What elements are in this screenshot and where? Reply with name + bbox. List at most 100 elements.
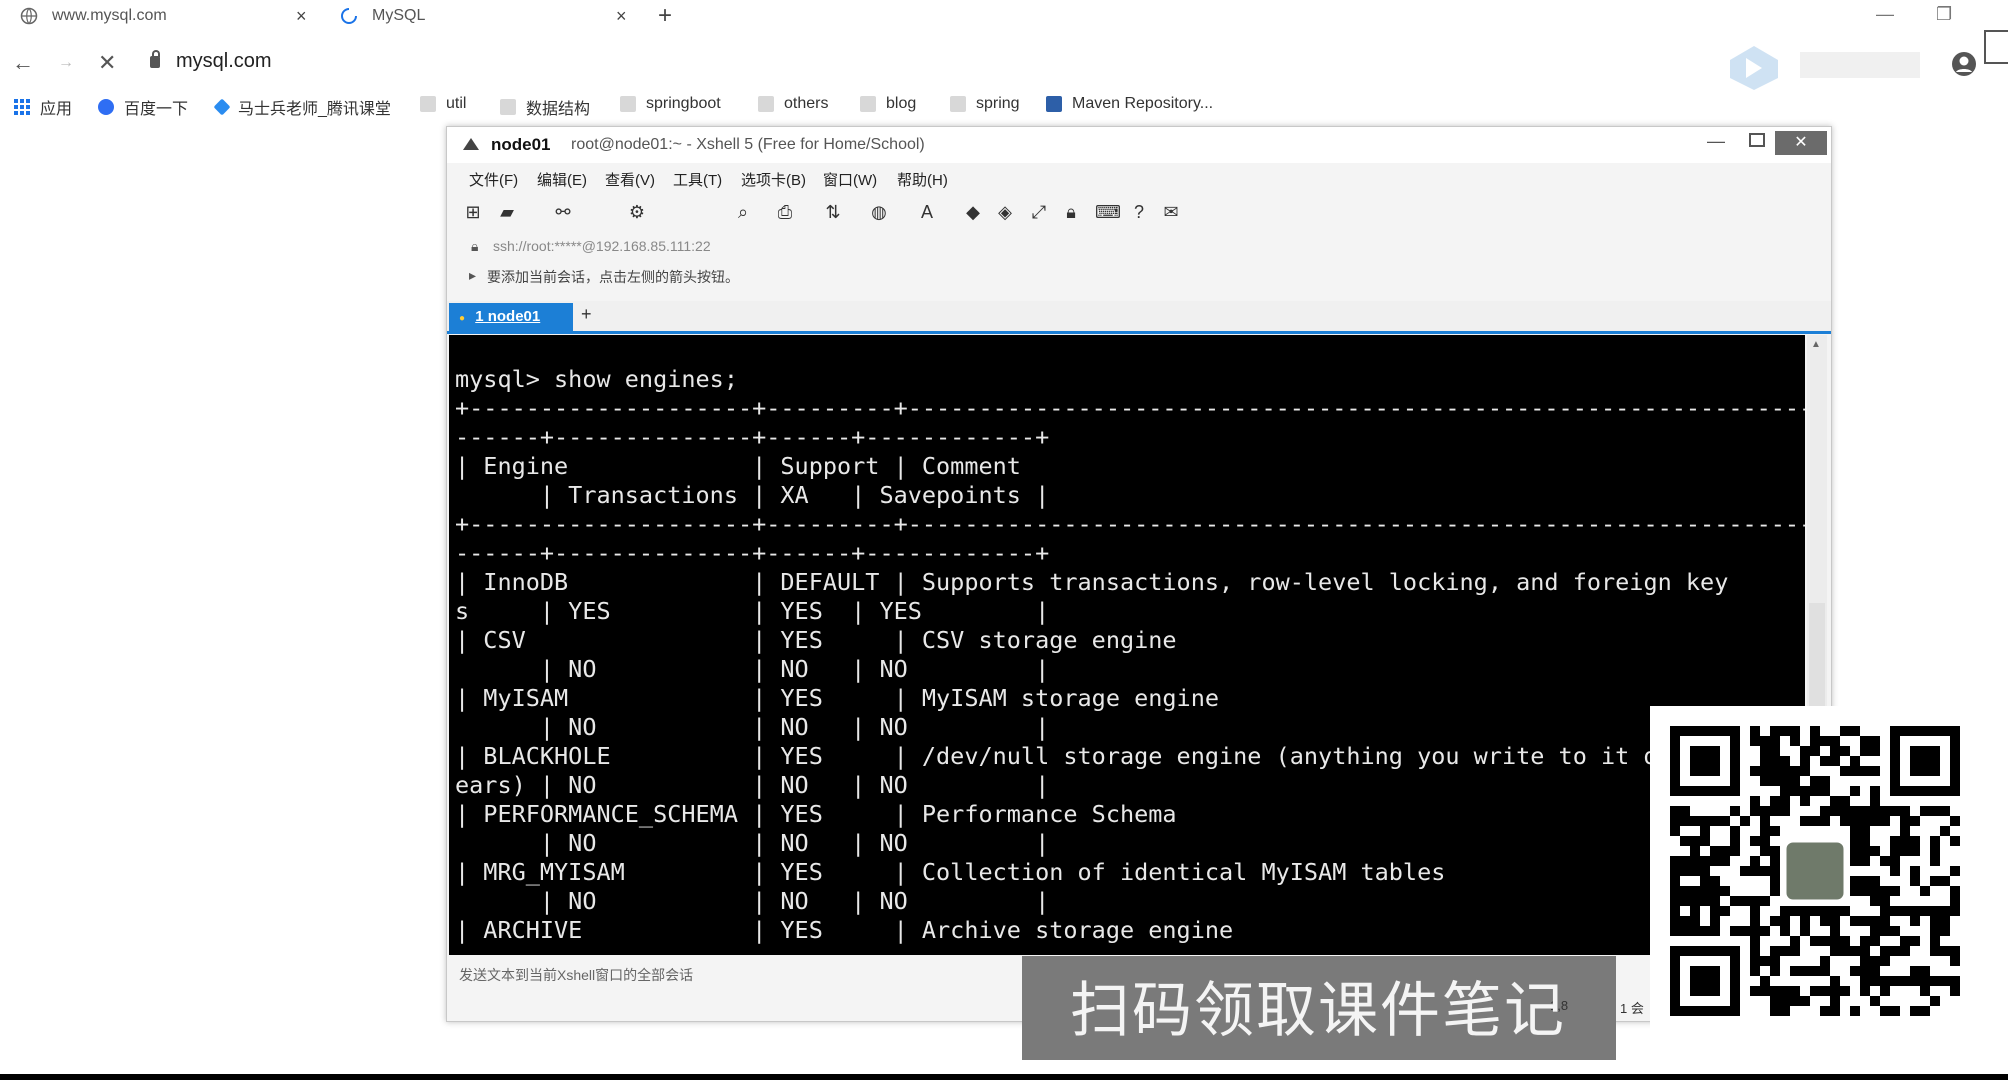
address-text: mysql.com xyxy=(176,50,272,72)
maven-icon xyxy=(1046,96,1062,112)
folder-icon xyxy=(758,96,774,112)
menu-help[interactable]: 帮助(H) xyxy=(897,169,948,190)
folder-icon xyxy=(620,96,636,112)
xftp-icon[interactable]: ◆ xyxy=(963,203,983,221)
bookmark-label: blog xyxy=(886,95,917,112)
bottom-edge xyxy=(0,1074,2008,1080)
loading-spinner-icon xyxy=(340,7,358,25)
keyboard-icon[interactable]: ⌨ xyxy=(1095,203,1121,221)
lock-icon: 🔒︎ xyxy=(471,238,479,254)
bookmark-springboot[interactable]: springboot xyxy=(620,95,721,113)
status-sessions: 1 会 xyxy=(1620,1001,1644,1016)
tab-close-icon[interactable]: × xyxy=(616,6,627,27)
minimize-icon[interactable]: — xyxy=(1876,4,1894,25)
new-tab-button[interactable]: + xyxy=(658,2,672,30)
bookmark-apps[interactable]: 应用 xyxy=(14,95,72,119)
xshell-minimize-button[interactable]: — xyxy=(1707,131,1725,152)
baidu-paw-icon xyxy=(98,99,114,115)
bookmark-util[interactable]: util xyxy=(420,95,466,113)
profile-avatar-icon[interactable] xyxy=(1950,50,1978,83)
bookmark-label: 数据结构 xyxy=(526,101,591,118)
apps-grid-icon xyxy=(14,99,30,115)
folder-icon xyxy=(950,96,966,112)
print-icon[interactable]: ⎙ xyxy=(775,203,795,221)
scroll-up-icon[interactable]: ▲ xyxy=(1811,339,1821,350)
connect-icon[interactable]: ⚯ xyxy=(553,203,573,221)
folder-icon xyxy=(420,96,436,112)
bookmark-baidu[interactable]: 百度一下 xyxy=(98,95,188,119)
session-tab-node01[interactable]: ● 1 node01 xyxy=(449,303,573,331)
terminal[interactable]: mysql> show engines; +------------------… xyxy=(449,335,1805,955)
properties-icon[interactable]: ⚙ xyxy=(627,203,647,221)
encoding-globe-icon[interactable]: ◍ xyxy=(869,203,889,221)
bookmark-mashibing[interactable]: 马士兵老师_腾讯课堂 xyxy=(213,95,391,119)
xshell-title-host: node01 xyxy=(491,135,551,154)
new-session-icon[interactable]: ⊞ xyxy=(463,203,483,221)
help-icon[interactable]: ? xyxy=(1129,203,1149,221)
folder-icon xyxy=(860,96,876,112)
xshell-title-text: root@node01:~ - Xshell 5 (Free for Home/… xyxy=(571,136,925,153)
menu-window[interactable]: 窗口(W) xyxy=(823,169,877,190)
tab-title: www.mysql.com xyxy=(52,7,167,24)
side-panel-icon[interactable] xyxy=(1984,30,2008,64)
session-hint-text: 要添加当前会话，点击左侧的箭头按钮。 xyxy=(487,269,739,285)
tab-title: MySQL xyxy=(372,7,426,24)
session-url: ssh://root:*****@192.168.85.111:22 xyxy=(493,238,711,254)
bookmark-data-structures[interactable]: 数据结构 xyxy=(500,95,590,119)
bookmark-label: 百度一下 xyxy=(124,101,189,118)
back-button[interactable]: ← xyxy=(12,50,34,76)
bookmark-blog[interactable]: blog xyxy=(860,95,916,113)
lock-screen-icon[interactable]: 🔒︎ xyxy=(1061,203,1081,221)
bookmark-label: 应用 xyxy=(40,101,73,118)
bookmark-others[interactable]: others xyxy=(758,95,828,113)
globe-icon xyxy=(20,7,38,25)
bookmark-label: others xyxy=(784,95,829,112)
xshell-close-button[interactable]: ✕ xyxy=(1775,131,1827,155)
restore-icon[interactable]: ❐ xyxy=(1936,4,1952,25)
font-icon[interactable]: A xyxy=(917,203,937,221)
tencent-class-icon xyxy=(213,98,231,116)
xshell-app-icon xyxy=(461,136,481,159)
open-folder-icon[interactable]: ▰ xyxy=(497,203,517,221)
find-icon[interactable]: ⌕ xyxy=(733,203,753,221)
menu-view[interactable]: 查看(V) xyxy=(605,169,655,190)
bookmark-label: util xyxy=(446,95,467,112)
qr-code-graphic xyxy=(1670,726,1960,1016)
tab-close-icon[interactable]: × xyxy=(296,6,307,27)
xshell-window: node01 root@node01:~ - Xshell 5 (Free fo… xyxy=(446,126,1832,1022)
bookmark-label: Maven Repository... xyxy=(1072,95,1214,112)
chat-icon[interactable]: ✉ xyxy=(1161,203,1181,221)
fullscreen-icon[interactable]: ⤢ xyxy=(1029,203,1049,221)
session-tab-label: 1 node01 xyxy=(475,308,541,325)
menu-edit[interactable]: 编辑(E) xyxy=(537,169,587,190)
bookmark-arrow-icon[interactable]: ▸ xyxy=(469,267,476,284)
address-field[interactable]: mysql.com xyxy=(150,49,272,73)
xmanager-icon[interactable]: ◈ xyxy=(995,203,1015,221)
bookmark-label: springboot xyxy=(646,95,721,112)
tab-status-dot-icon: ● xyxy=(459,313,466,324)
promo-banner-text: 扫码领取课件笔记 xyxy=(1070,976,1566,1046)
extension-icon[interactable] xyxy=(1724,44,1784,97)
bookmark-label: 马士兵老师_腾讯课堂 xyxy=(238,101,391,118)
qr-code xyxy=(1650,706,1970,1030)
bookmark-label: spring xyxy=(976,95,1020,112)
browser-tab-bar: www.mysql.com × MySQL × + — ❐ xyxy=(0,0,2008,32)
bookmark-maven[interactable]: Maven Repository... xyxy=(1046,95,1213,113)
menu-tabs[interactable]: 选项卡(B) xyxy=(741,169,806,190)
xshell-title-bar: node01 root@node01:~ - Xshell 5 (Free fo… xyxy=(447,127,1831,163)
folder-icon xyxy=(500,99,516,115)
blurred-extensions xyxy=(1800,52,1920,78)
add-session-tab-button[interactable]: + xyxy=(581,304,592,325)
menu-file[interactable]: 文件(F) xyxy=(469,169,518,190)
transfer-icon[interactable]: ⇅ xyxy=(823,203,843,221)
stop-button[interactable]: ✕ xyxy=(98,50,116,76)
browser-tab-mysql[interactable]: MySQL × xyxy=(340,0,640,32)
xshell-maximize-button[interactable] xyxy=(1749,133,1765,147)
bookmark-spring[interactable]: spring xyxy=(950,95,1020,113)
browser-tab-mysql-site[interactable]: www.mysql.com × xyxy=(20,0,320,32)
forward-button[interactable]: → xyxy=(58,54,74,72)
lock-icon xyxy=(150,49,160,68)
menu-tools[interactable]: 工具(T) xyxy=(673,169,722,190)
session-tab-bar: ● 1 node01 + xyxy=(447,301,1831,334)
terminal-output: mysql> show engines; +------------------… xyxy=(455,365,1805,944)
